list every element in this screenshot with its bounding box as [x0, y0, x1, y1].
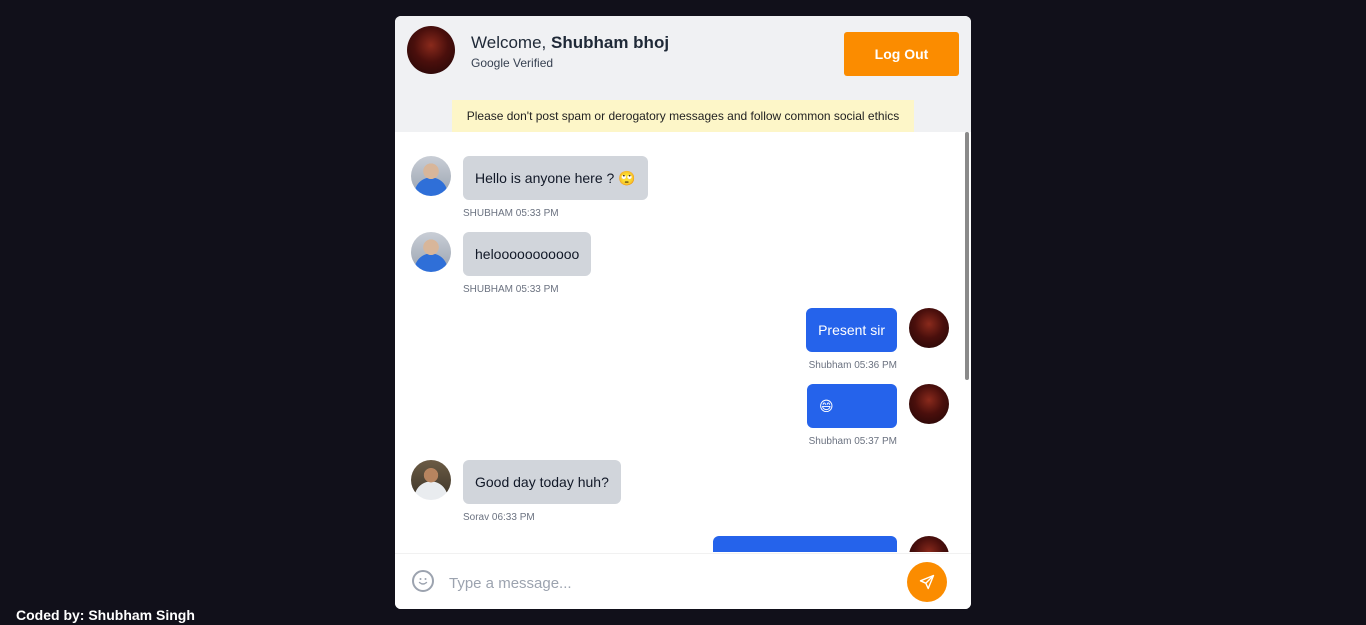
message-sender: Sorav [463, 512, 490, 523]
user-name: Shubham bhoj [551, 33, 670, 52]
welcome-text: Welcome, Shubham bhoj [471, 33, 669, 53]
message-composer [395, 553, 971, 609]
message-bubble [713, 536, 897, 552]
chat-window: Welcome, Shubham bhoj Google Verified Lo… [395, 16, 971, 609]
message-time: 05:33 PM [515, 284, 559, 295]
smiley-icon [418, 578, 428, 585]
notice-banner: Please don't post spam or derogatory mes… [452, 100, 914, 132]
message-meta: SHUBHAM 05:33 PM [463, 208, 559, 219]
user-avatar [407, 26, 455, 74]
sender-avatar [909, 536, 949, 552]
welcome-prefix: Welcome, [471, 33, 551, 52]
message-bubble: Hello is anyone here ? 🙄 [463, 156, 648, 200]
message-meta: SHUBHAM 05:33 PM [463, 284, 559, 295]
message-list[interactable]: Hello is anyone here ? 🙄 SHUBHAM 05:33 P… [395, 132, 971, 552]
message-time: 05:33 PM [515, 208, 559, 219]
message-meta: Sorav 06:33 PM [463, 512, 535, 523]
scrollbar-thumb[interactable] [965, 132, 969, 380]
message-bubble: Good day today huh? [463, 460, 621, 504]
message-input[interactable] [447, 568, 891, 598]
message-sender: Shubham [808, 360, 852, 371]
chat-header: Welcome, Shubham bhoj Google Verified Lo… [395, 16, 971, 132]
send-button[interactable] [907, 562, 947, 602]
sender-avatar [909, 308, 949, 348]
message-bubble: Present sir [806, 308, 897, 352]
message-time: 05:37 PM [854, 436, 897, 447]
message-meta: Shubham 05:36 PM [809, 360, 897, 371]
sender-avatar [909, 384, 949, 424]
send-icon [919, 574, 935, 590]
message-bubble: helooooooooooo [463, 232, 592, 276]
message-sender: SHUBHAM [463, 284, 514, 295]
sender-avatar [411, 232, 451, 272]
logout-button[interactable]: Log Out [844, 32, 959, 76]
sender-avatar [411, 156, 451, 196]
emoji-icon[interactable] [412, 570, 434, 592]
message-sender: SHUBHAM [463, 208, 514, 219]
footer-credit: Coded by: Shubham Singh [16, 607, 195, 623]
message-meta: Shubham 05:37 PM [809, 436, 897, 447]
message-time: 05:36 PM [854, 360, 897, 371]
message-time: 06:33 PM [491, 512, 535, 523]
message-sender: Shubham [808, 436, 852, 447]
sender-avatar [411, 460, 451, 500]
message-bubble: 😄 [807, 384, 897, 428]
verified-label: Google Verified [471, 56, 554, 70]
